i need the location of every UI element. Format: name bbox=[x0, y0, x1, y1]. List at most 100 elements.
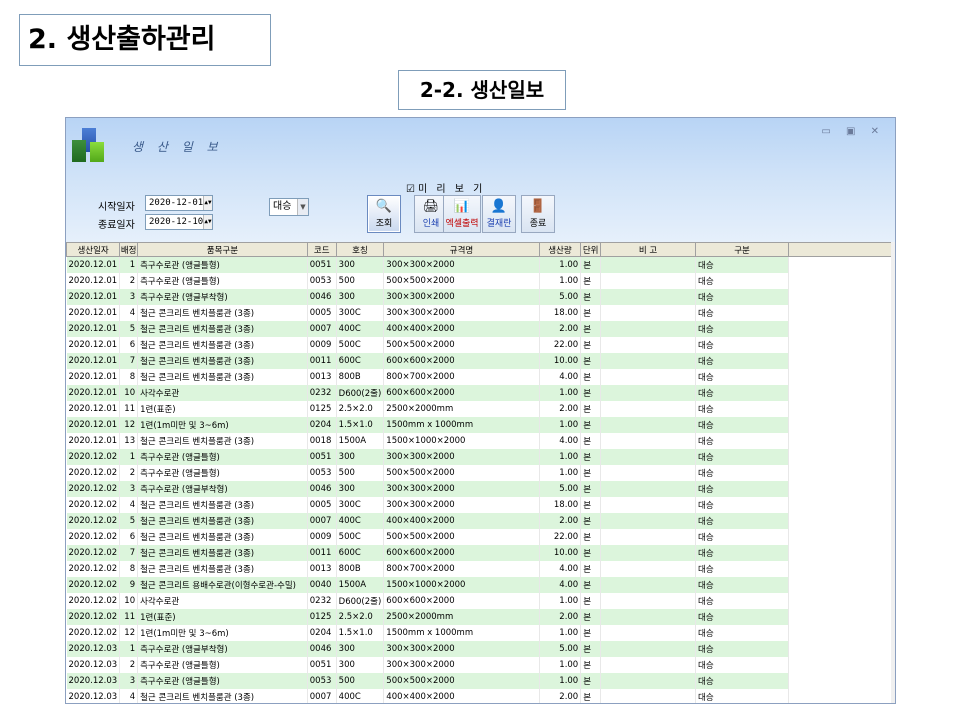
table-cell: 철근 콘크리트 벤치플룸관 (3종) bbox=[137, 336, 308, 353]
table-cell: 2020.12.02 bbox=[66, 608, 121, 625]
table-row[interactable]: 2020.12.02 11 1련(표준) 0125 2.5×2.0 2500×2000mm… bbox=[66, 608, 895, 625]
excel-button[interactable]: 📊 엑셀출력 bbox=[443, 195, 481, 233]
table-cell: 4.00 bbox=[539, 576, 582, 593]
type-select[interactable]: 대승 ▼ bbox=[269, 198, 309, 216]
column-header[interactable]: 생산일자 bbox=[66, 242, 121, 257]
table-row[interactable]: 2020.12.02 2 측구수로관 (앵글틀형) 0053 500 500×500×20… bbox=[66, 464, 895, 481]
table-cell: 본 bbox=[580, 608, 602, 625]
approval-button[interactable]: 👤 결재란 bbox=[482, 195, 516, 233]
table-row[interactable]: 2020.12.03 1 측구수로관 (앵글부착형) 0046 300 300×300×2… bbox=[66, 640, 895, 657]
approval-button-label: 결재란 bbox=[486, 219, 512, 229]
table-cell: 본 bbox=[580, 368, 602, 385]
table-cell: 3 bbox=[119, 672, 139, 689]
table-cell: 2020.12.01 bbox=[66, 400, 121, 417]
table-row[interactable]: 2020.12.01 11 1련(표준) 0125 2.5×2.0 2500×2000mm… bbox=[66, 400, 895, 417]
table-cell-filler bbox=[788, 640, 895, 657]
spinner-icon[interactable]: ▲▼ bbox=[203, 215, 212, 229]
table-cell: 1.00 bbox=[539, 384, 582, 401]
table-cell: 대승 bbox=[695, 352, 790, 369]
table-cell: 0053 bbox=[307, 672, 337, 689]
table-row[interactable]: 2020.12.02 8 철근 콘크리트 벤치플룸관 (3종) 0013 800B 800… bbox=[66, 560, 895, 577]
table-cell bbox=[600, 656, 696, 673]
table-cell-filler bbox=[788, 624, 895, 641]
table-cell: 2020.12.01 bbox=[66, 352, 121, 369]
table-cell: 0011 bbox=[307, 352, 337, 369]
table-cell: 본 bbox=[580, 432, 602, 449]
table-row[interactable]: 2020.12.01 12 1련(1m미만 및 3~6m) 0204 1.5×1.0 15… bbox=[66, 416, 895, 433]
table-cell: 철근 콘크리트 벤치플룸관 (3종) bbox=[137, 432, 308, 449]
table-cell: 측구수로관 (앵글부착형) bbox=[137, 480, 308, 497]
table-row[interactable]: 2020.12.01 6 철근 콘크리트 벤치플룸관 (3종) 0009 500C 500… bbox=[66, 336, 895, 353]
table-row[interactable]: 2020.12.01 10 사각수로관 0232 D600(2줄) 600×600×200… bbox=[66, 384, 895, 401]
preview-checkbox[interactable]: ☑미 리 보 기 bbox=[406, 180, 485, 195]
table-cell: 1500×1000×2000 bbox=[383, 432, 540, 449]
table-cell: 측구수로관 (앵글틀형) bbox=[137, 448, 308, 465]
column-header[interactable]: 품목구분 bbox=[137, 242, 308, 257]
table-row[interactable]: 2020.12.02 9 철근 콘크리트 용배수로관(이형수로관-수밀) 0040 15… bbox=[66, 576, 895, 593]
table-row[interactable]: 2020.12.02 10 사각수로관 0232 D600(2줄) 600×600×200… bbox=[66, 592, 895, 609]
table-cell: 본 bbox=[580, 672, 602, 689]
table-cell: 1.5×1.0 bbox=[336, 624, 385, 641]
table-cell: 400C bbox=[336, 512, 385, 529]
chevron-down-icon[interactable]: ▼ bbox=[297, 199, 308, 215]
column-header[interactable]: 규격명 bbox=[383, 242, 540, 257]
table-row[interactable]: 2020.12.01 4 철근 콘크리트 벤치플룸관 (3종) 0005 300C 300… bbox=[66, 304, 895, 321]
vertical-scrollbar[interactable] bbox=[891, 242, 895, 703]
table-cell: 2020.12.01 bbox=[66, 304, 121, 321]
table-cell: 600×600×2000 bbox=[383, 592, 540, 609]
start-date-label: 시작일자 bbox=[98, 202, 135, 213]
table-cell: 본 bbox=[580, 512, 602, 529]
table-row[interactable]: 2020.12.03 2 측구수로관 (앵글틀형) 0051 300 300×300×20… bbox=[66, 656, 895, 673]
table-cell: 400×400×2000 bbox=[383, 512, 540, 529]
column-header[interactable]: 생산량 bbox=[538, 242, 582, 257]
table-row[interactable]: 2020.12.02 7 철근 콘크리트 벤치플룸관 (3종) 0011 600C 600… bbox=[66, 544, 895, 561]
table-row[interactable]: 2020.12.01 13 철근 콘크리트 벤치플룸관 (3종) 0018 1500A 1… bbox=[66, 432, 895, 449]
column-header[interactable]: 호칭 bbox=[335, 242, 385, 257]
table-row[interactable]: 2020.12.02 5 철근 콘크리트 벤치플룸관 (3종) 0007 400C 400… bbox=[66, 512, 895, 529]
search-button[interactable]: 🔍 조회 bbox=[367, 195, 401, 233]
table-cell: 800×700×2000 bbox=[383, 560, 540, 577]
column-header[interactable]: 코드 bbox=[306, 242, 337, 257]
table-cell: 본 bbox=[580, 464, 602, 481]
table-cell-filler bbox=[788, 304, 895, 321]
table-row[interactable]: 2020.12.02 1 측구수로관 (앵글틀형) 0051 300 300×300×20… bbox=[66, 448, 895, 465]
table-row[interactable]: 2020.12.02 12 1련(1m미만 및 3~6m) 0204 1.5×1.0 15… bbox=[66, 624, 895, 641]
table-cell: 500C bbox=[336, 336, 385, 353]
table-row[interactable]: 2020.12.01 5 철근 콘크리트 벤치플룸관 (3종) 0007 400C 400… bbox=[66, 320, 895, 337]
table-cell: 대승 bbox=[695, 400, 790, 417]
spinner-icon[interactable]: ▲▼ bbox=[203, 196, 212, 210]
table-cell: 철근 콘크리트 벤치플룸관 (3종) bbox=[137, 544, 308, 561]
table-row[interactable]: 2020.12.01 2 측구수로관 (앵글틀형) 0053 500 500×500×20… bbox=[66, 272, 895, 289]
table-cell: 400×400×2000 bbox=[383, 320, 540, 337]
table-cell: 600C bbox=[336, 544, 385, 561]
column-header[interactable]: 배정 bbox=[119, 242, 139, 257]
window-controls-icon[interactable]: ▭ ▣ ✕ bbox=[821, 126, 885, 137]
column-header[interactable]: 구분 bbox=[694, 242, 790, 257]
table-row[interactable]: 2020.12.01 1 측구수로관 (앵글틀형) 0051 300 300×300×20… bbox=[66, 256, 895, 273]
table-cell: 철근 콘크리트 벤치플룸관 (3종) bbox=[137, 512, 308, 529]
table-cell: 1련(표준) bbox=[137, 608, 308, 625]
end-date-input[interactable]: 2020-12-10 ▲▼ bbox=[145, 214, 213, 230]
table-cell: 500×500×2000 bbox=[383, 672, 540, 689]
table-row[interactable]: 2020.12.03 3 측구수로관 (앵글틀형) 0053 500 500×500×20… bbox=[66, 672, 895, 689]
table-cell bbox=[600, 352, 696, 369]
table-cell bbox=[600, 320, 696, 337]
table-cell: 300×300×2000 bbox=[383, 496, 540, 513]
table-row[interactable]: 2020.12.01 8 철근 콘크리트 벤치플룸관 (3종) 0013 800B 800… bbox=[66, 368, 895, 385]
table-cell bbox=[600, 624, 696, 641]
table-row[interactable]: 2020.12.02 6 철근 콘크리트 벤치플룸관 (3종) 0009 500C 500… bbox=[66, 528, 895, 545]
table-row[interactable]: 2020.12.02 3 측구수로관 (앵글부착형) 0046 300 300×300×2… bbox=[66, 480, 895, 497]
table-cell: 6 bbox=[119, 528, 139, 545]
start-date-input[interactable]: 2020-12-01 ▲▼ bbox=[145, 195, 213, 211]
table-row[interactable]: 2020.12.02 4 철근 콘크리트 벤치플룸관 (3종) 0005 300C 300… bbox=[66, 496, 895, 513]
table-row[interactable]: 2020.12.01 7 철근 콘크리트 벤치플룸관 (3종) 0011 600C 600… bbox=[66, 352, 895, 369]
column-header[interactable]: 단위 bbox=[580, 242, 602, 257]
table-cell: 2020.12.02 bbox=[66, 448, 121, 465]
table-cell: 측구수로관 (앵글틀형) bbox=[137, 256, 308, 273]
column-header[interactable]: 비 고 bbox=[600, 242, 696, 257]
table-row[interactable]: 2020.12.01 3 측구수로관 (앵글부착형) 0046 300 300×300×2… bbox=[66, 288, 895, 305]
exit-button[interactable]: 🚪 종료 bbox=[521, 195, 555, 233]
table-cell bbox=[600, 592, 696, 609]
table-cell-filler bbox=[788, 432, 895, 449]
table-row[interactable]: 2020.12.03 4 철근 콘크리트 벤치플룸관 (3종) 0007 400C 400… bbox=[66, 688, 895, 703]
